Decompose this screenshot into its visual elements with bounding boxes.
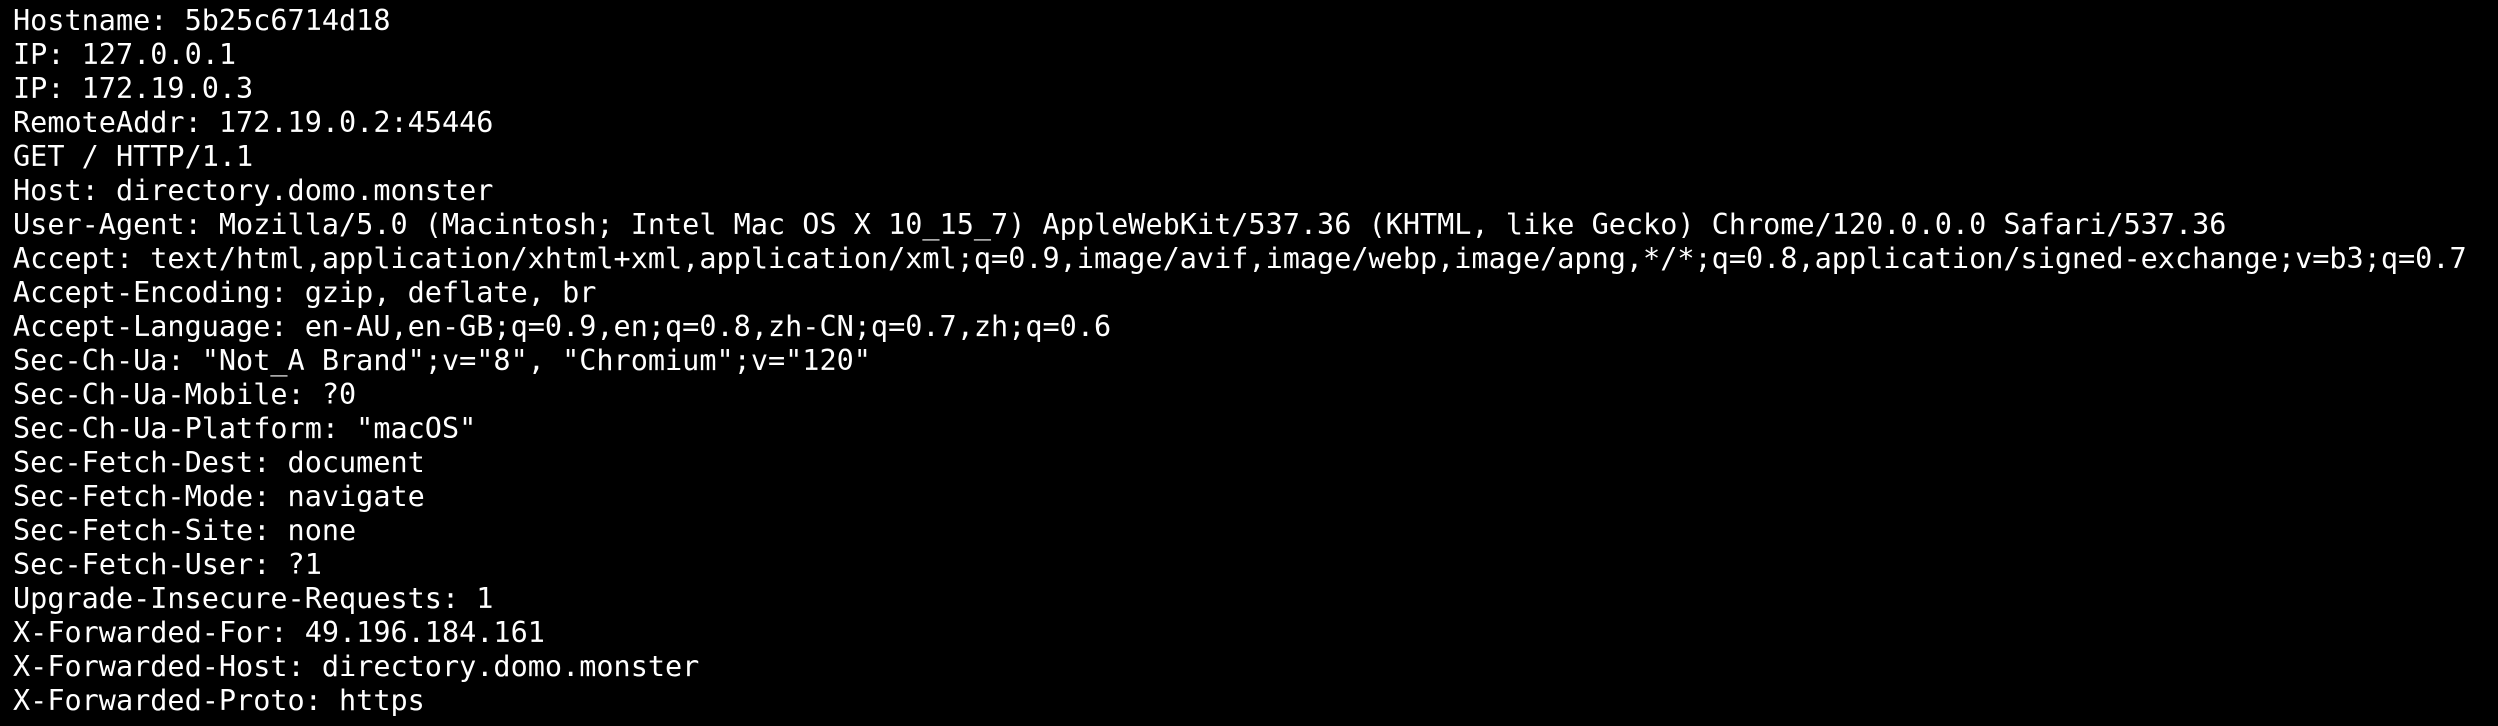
x-forwarded-for-header-line: X-Forwarded-For: 49.196.184.161 xyxy=(13,616,545,649)
sec-ch-ua-header-line: Sec-Ch-Ua: "Not_A Brand";v="8", "Chromiu… xyxy=(13,344,871,377)
hostname-line: Hostname: 5b25c6714d18 xyxy=(13,4,391,37)
accept-header-line: Accept: text/html,application/xhtml+xml,… xyxy=(13,242,2467,275)
sec-fetch-dest-header-line: Sec-Fetch-Dest: document xyxy=(13,446,425,479)
ip-line-loopback: IP: 127.0.0.1 xyxy=(13,38,237,71)
whoami-response-body: Hostname: 5b25c6714d18 IP: 127.0.0.1 IP:… xyxy=(0,0,2498,726)
sec-ch-ua-mobile-header-line: Sec-Ch-Ua-Mobile: ?0 xyxy=(13,378,357,411)
request-line: GET / HTTP/1.1 xyxy=(13,140,254,173)
sec-fetch-site-header-line: Sec-Fetch-Site: none xyxy=(13,514,357,547)
sec-fetch-user-header-line: Sec-Fetch-User: ?1 xyxy=(13,548,322,581)
accept-language-header-line: Accept-Language: en-AU,en-GB;q=0.9,en;q=… xyxy=(13,310,1112,343)
accept-encoding-header-line: Accept-Encoding: gzip, deflate, br xyxy=(13,276,597,309)
upgrade-insecure-requests-header-line: Upgrade-Insecure-Requests: 1 xyxy=(13,582,494,615)
sec-fetch-mode-header-line: Sec-Fetch-Mode: navigate xyxy=(13,480,425,513)
remote-addr-line: RemoteAddr: 172.19.0.2:45446 xyxy=(13,106,494,139)
sec-ch-ua-platform-header-line: Sec-Ch-Ua-Platform: "macOS" xyxy=(13,412,477,445)
x-forwarded-host-header-line: X-Forwarded-Host: directory.domo.monster xyxy=(13,650,700,683)
user-agent-header-line: User-Agent: Mozilla/5.0 (Macintosh; Inte… xyxy=(13,208,2227,241)
x-forwarded-proto-header-line: X-Forwarded-Proto: https xyxy=(13,684,425,717)
ip-line-container: IP: 172.19.0.3 xyxy=(13,72,254,105)
host-header-line: Host: directory.domo.monster xyxy=(13,174,494,207)
